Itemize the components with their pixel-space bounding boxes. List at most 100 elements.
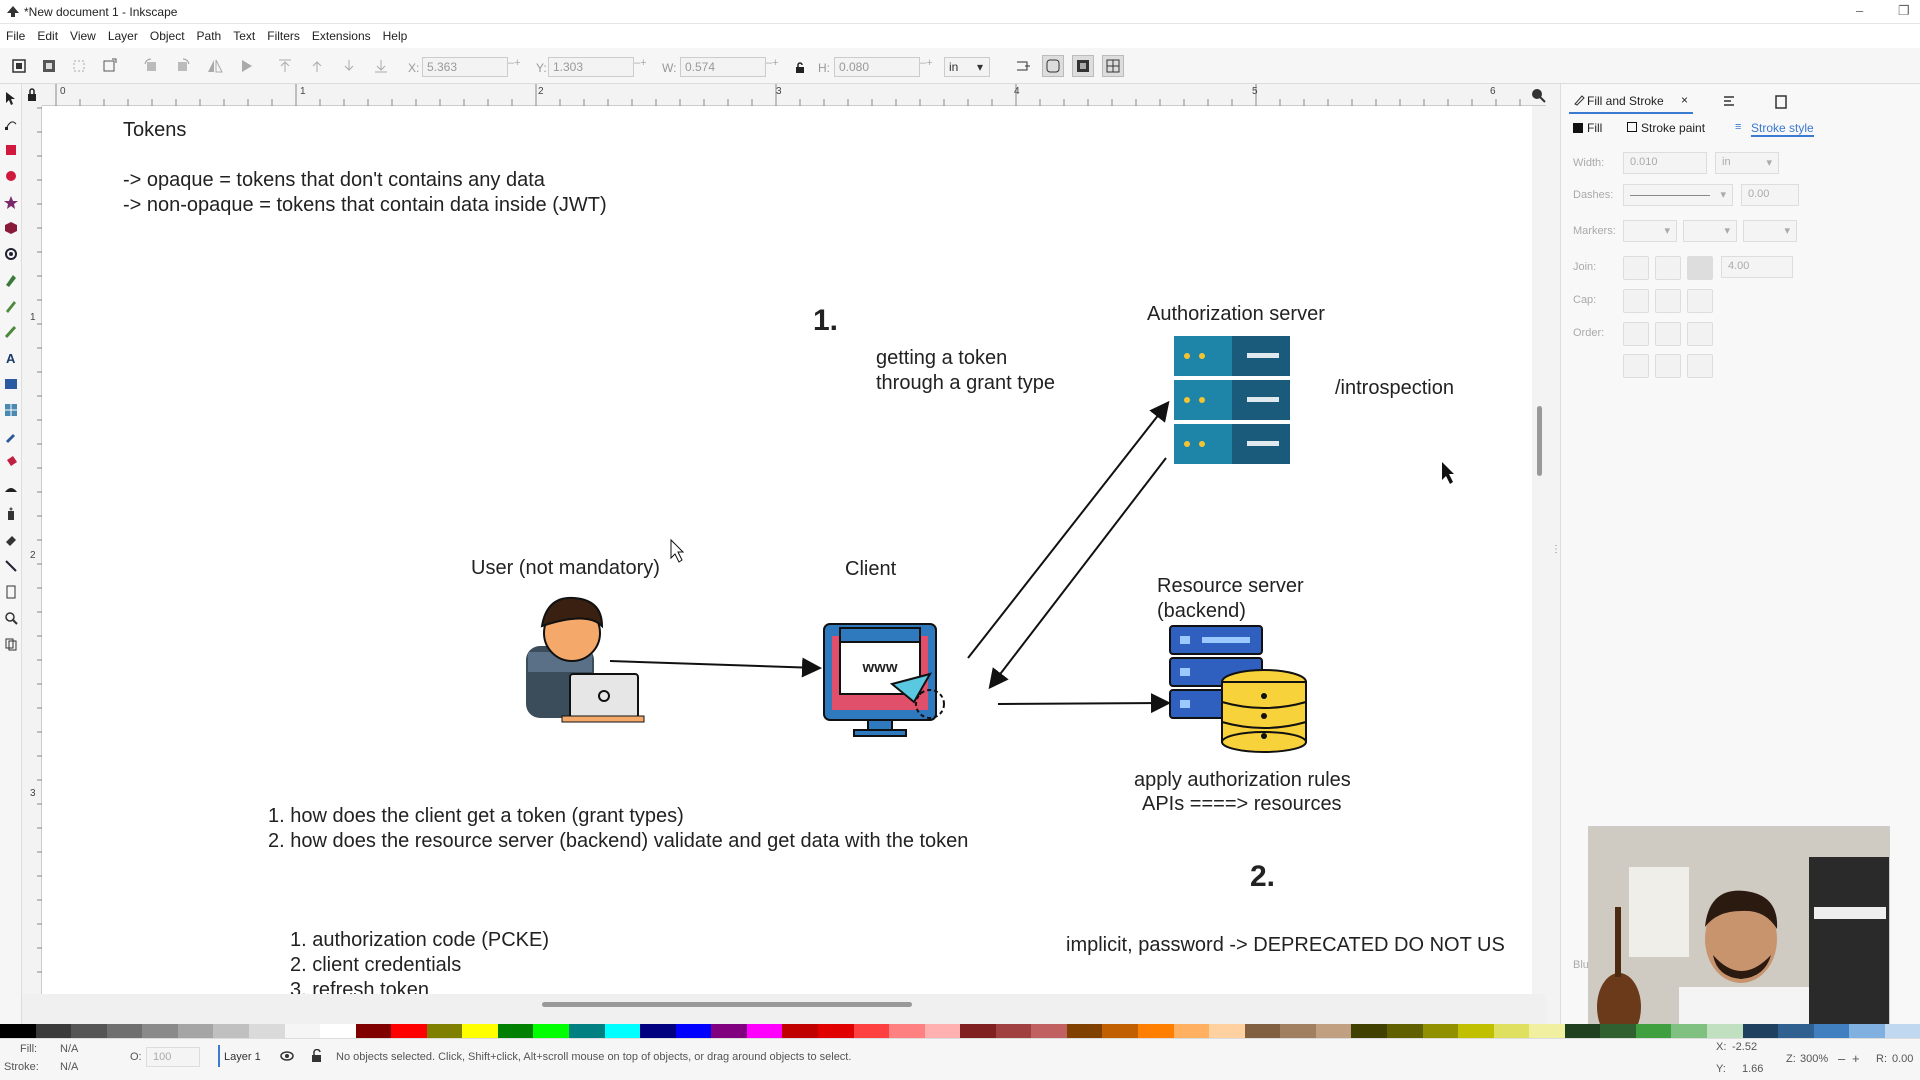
auth-to-client-arrow[interactable] — [988, 457, 1167, 690]
menu-view[interactable]: View — [70, 29, 96, 43]
y-field[interactable]: 1.303 — [548, 57, 634, 77]
scale-corners-icon[interactable] — [1042, 55, 1064, 77]
color-swatch[interactable] — [106, 1024, 143, 1038]
menu-path[interactable]: Path — [197, 29, 222, 43]
scroll-thumb[interactable] — [1537, 406, 1542, 476]
order-fill-markers-stroke-icon[interactable] — [1687, 322, 1713, 346]
unit-select[interactable]: in ▾ — [944, 57, 990, 77]
round-cap-icon[interactable] — [1655, 289, 1681, 313]
move-patterns-icon[interactable] — [1102, 55, 1124, 77]
align-panel-icon[interactable] — [1721, 94, 1737, 110]
rectangle-tool-icon[interactable] — [3, 142, 19, 158]
authorization-server-label[interactable]: Authorization server — [1147, 303, 1325, 325]
flip-horizontal-icon[interactable] — [204, 55, 226, 77]
color-swatch[interactable] — [1493, 1024, 1530, 1038]
user-icon[interactable] — [526, 596, 645, 723]
spray-tool-icon[interactable] — [3, 506, 19, 522]
menu-layer[interactable]: Layer — [108, 29, 138, 43]
introspection-label[interactable]: /introspection — [1335, 377, 1454, 399]
select-all-icon[interactable] — [8, 55, 30, 77]
deselect-icon[interactable] — [68, 55, 90, 77]
lock-guides-icon[interactable] — [22, 84, 42, 106]
getting-token-line1[interactable]: getting a token — [876, 347, 1007, 369]
rotate-ccw-icon[interactable] — [140, 55, 162, 77]
color-swatch[interactable] — [1422, 1024, 1459, 1038]
color-swatch[interactable] — [35, 1024, 72, 1038]
color-swatch[interactable] — [640, 1024, 676, 1038]
dash-offset-field[interactable]: 0.00 — [1741, 184, 1799, 206]
rotate-cw-icon[interactable] — [172, 55, 194, 77]
drawing-canvas[interactable]: Tokens -> opaque = tokens that don't con… — [42, 106, 1532, 994]
order-stroke-markers-fill-icon[interactable] — [1655, 354, 1681, 378]
getting-token-line2[interactable]: through a grant type — [876, 372, 1055, 394]
y-spinner[interactable]: –+ — [634, 57, 648, 77]
menu-file[interactable]: File — [6, 29, 25, 43]
color-swatch[interactable] — [1778, 1024, 1814, 1038]
canvas-heading[interactable]: Tokens — [123, 119, 186, 141]
color-swatch[interactable] — [675, 1024, 712, 1038]
paint-bucket-tool-icon[interactable] — [3, 454, 19, 470]
raise-icon[interactable] — [306, 55, 328, 77]
step-2-label[interactable]: 2. — [1250, 860, 1275, 893]
question-2[interactable]: 2. how does the resource server (backend… — [268, 830, 968, 852]
lock-icon[interactable] — [794, 61, 806, 73]
x-spinner[interactable]: –+ — [508, 57, 522, 77]
select-all-layers-icon[interactable] — [38, 55, 60, 77]
3d-box-tool-icon[interactable] — [3, 220, 19, 236]
color-swatch[interactable] — [1173, 1024, 1210, 1038]
deprecated-note[interactable]: implicit, password -> DEPRECATED DO NOT … — [1066, 934, 1505, 956]
color-swatch[interactable] — [71, 1024, 107, 1038]
lower-icon[interactable] — [338, 55, 360, 77]
subtab-stroke-paint[interactable]: Stroke paint — [1641, 121, 1705, 135]
menu-extensions[interactable]: Extensions — [312, 29, 371, 43]
transform-icon[interactable] — [98, 55, 120, 77]
color-swatch[interactable] — [1707, 1024, 1743, 1038]
restore-button[interactable]: ❐ — [1898, 3, 1910, 19]
client-label[interactable]: Client — [845, 558, 897, 580]
resource-server-label[interactable]: Resource server — [1157, 575, 1304, 597]
color-swatch[interactable] — [248, 1024, 285, 1038]
fill-value[interactable]: N/A — [60, 1043, 78, 1055]
order-stroke-fill-markers-icon[interactable] — [1655, 322, 1681, 346]
move-gradients-icon[interactable] — [1072, 55, 1094, 77]
flip-vertical-icon[interactable] — [236, 55, 258, 77]
apply-rules-line1[interactable]: apply authorization rules — [1134, 769, 1351, 791]
color-swatch[interactable] — [142, 1024, 178, 1038]
grant-type-2[interactable]: 2. client credentials — [290, 954, 461, 976]
color-swatch[interactable] — [960, 1024, 996, 1038]
selector-tool-icon[interactable] — [3, 90, 19, 106]
bevel-join-icon[interactable] — [1623, 256, 1649, 280]
color-swatch[interactable] — [1458, 1024, 1494, 1038]
spiral-tool-icon[interactable] — [3, 246, 19, 262]
x-field[interactable]: 5.363 — [422, 57, 508, 77]
start-marker-select[interactable]: ▾ — [1623, 220, 1677, 242]
color-swatch[interactable] — [1564, 1024, 1601, 1038]
unlock-icon[interactable] — [310, 1049, 324, 1063]
connector-tool-icon[interactable] — [3, 558, 19, 574]
color-swatch[interactable] — [1813, 1024, 1850, 1038]
color-swatch[interactable] — [1102, 1024, 1138, 1038]
authorization-server-icon[interactable] — [1174, 336, 1290, 464]
scale-stroke-icon[interactable] — [1012, 55, 1034, 77]
step-1-label[interactable]: 1. — [813, 304, 838, 337]
h-field[interactable]: 0.080 — [834, 57, 920, 77]
h-spinner[interactable]: –+ — [920, 57, 934, 77]
color-swatch[interactable] — [817, 1024, 854, 1038]
grant-type-1[interactable]: 1. authorization code (PCKE) — [290, 929, 549, 951]
miter-join-icon[interactable] — [1687, 256, 1713, 280]
color-swatch[interactable] — [1635, 1024, 1672, 1038]
menu-help[interactable]: Help — [383, 29, 408, 43]
horizontal-scrollbar[interactable] — [42, 994, 1546, 1010]
color-swatch[interactable] — [1138, 1024, 1174, 1038]
color-swatch[interactable] — [355, 1024, 392, 1038]
order-fill-stroke-markers-icon[interactable] — [1623, 322, 1649, 346]
stroke-width-unit-select[interactable]: in ▾ — [1715, 152, 1779, 174]
color-swatch[interactable] — [853, 1024, 890, 1038]
order-markers-stroke-fill-icon[interactable] — [1687, 354, 1713, 378]
color-swatch[interactable] — [1280, 1024, 1316, 1038]
color-swatch[interactable] — [1209, 1024, 1245, 1038]
color-swatch[interactable] — [1386, 1024, 1423, 1038]
color-swatch[interactable] — [1884, 1024, 1920, 1038]
text-tool-icon[interactable]: A — [3, 350, 19, 366]
color-swatch[interactable] — [1849, 1024, 1885, 1038]
